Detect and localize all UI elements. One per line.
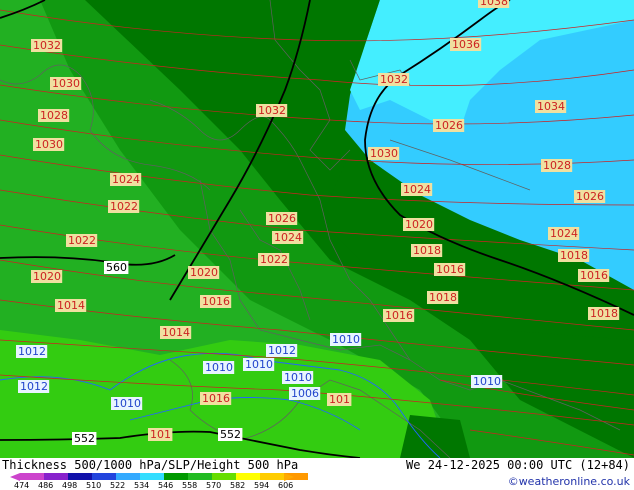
isobar-label: 1012	[18, 345, 46, 358]
legend-tick-label: 522	[110, 481, 126, 490]
weather-map: 1038 1032 1036 1030 1032 1034 1028 1032 1026 1030…	[0, 0, 634, 458]
height-label: 560	[106, 261, 127, 274]
isobar-label: 1012	[268, 344, 296, 357]
isobar-label: 101	[329, 393, 350, 406]
legend-swatch	[92, 473, 116, 480]
band-darkest-south	[400, 415, 470, 458]
isobar-label: 1024	[112, 173, 140, 186]
isobar-label: 1020	[190, 266, 218, 279]
isobar-label: 1012	[20, 380, 48, 393]
map-title: Thickness 500/1000 hPa/SLP/Height 500 hP…	[2, 458, 299, 472]
isobar-label: 1036	[452, 38, 480, 51]
height-label: 552	[220, 428, 241, 441]
isobar-label: 1018	[429, 291, 457, 304]
isobar-label: 1028	[40, 109, 68, 122]
legend-swatch	[212, 473, 236, 480]
isobar-label: 1018	[560, 249, 588, 262]
isobar-label: 1030	[52, 77, 80, 90]
isobar-label: 1030	[35, 138, 63, 151]
isobar-label: 1016	[580, 269, 608, 282]
isobar-label: 1038	[480, 0, 508, 8]
isobar-label: 1022	[110, 200, 138, 213]
legend-swatch	[20, 473, 44, 480]
legend-right-arrow	[284, 473, 294, 481]
isobar-label: 1026	[435, 119, 463, 132]
legend-ticks: 474 486 498 510 522 534 546 558 570 582 594 606	[14, 481, 308, 490]
isobar-label: 1024	[550, 227, 578, 240]
legend-tick-label: 534	[134, 481, 150, 490]
isobar-label: 1022	[260, 253, 288, 266]
legend-tick-label: 486	[38, 481, 54, 490]
isobar-label: 1010	[245, 358, 273, 371]
legend-swatch	[260, 473, 284, 480]
valid-datetime: We 24-12-2025 00:00 UTC (12+84)	[406, 458, 630, 472]
isobar-label: 1030	[370, 147, 398, 160]
isobar-label: 1016	[385, 309, 413, 322]
legend-swatch	[68, 473, 92, 480]
legend-tick-label: 474	[14, 481, 30, 490]
legend-tick-label: 594	[254, 481, 270, 490]
isobar-label: 1010	[473, 375, 501, 388]
isobar-label: 1028	[543, 159, 571, 172]
isobar-label: 1006	[291, 387, 319, 400]
legend-tick-label: 558	[182, 481, 198, 490]
isobar-label: 1032	[258, 104, 286, 117]
legend-tick-label: 546	[158, 481, 174, 490]
isobar-label: 1016	[202, 295, 230, 308]
isobar-label: 101	[150, 428, 171, 441]
isobar-label: 1010	[113, 397, 141, 410]
height-label: 552	[74, 432, 95, 445]
isobar-label: 1024	[403, 183, 431, 196]
isobar-label: 1014	[57, 299, 85, 312]
legend-swatch	[164, 473, 188, 480]
legend-tick-label: 582	[230, 481, 246, 490]
credit-link[interactable]: ©weatheronline.co.uk	[508, 475, 630, 488]
legend-swatch	[236, 473, 260, 480]
legend-tick-label: 510	[86, 481, 102, 490]
isobar-label: 1024	[274, 231, 302, 244]
isobar-label: 1020	[405, 218, 433, 231]
isobar-label: 1016	[436, 263, 464, 276]
isobar-label: 1026	[268, 212, 296, 225]
isobar-label: 1020	[33, 270, 61, 283]
legend-tick-label: 498	[62, 481, 78, 490]
footer: Thickness 500/1000 hPa/SLP/Height 500 hP…	[0, 458, 634, 490]
isobar-label: 1010	[205, 361, 233, 374]
isobar-label: 1010	[284, 371, 312, 384]
isobar-label: 1034	[537, 100, 565, 113]
isobar-label: 1032	[380, 73, 408, 86]
isobar-label: 1026	[576, 190, 604, 203]
isobar-label: 1022	[68, 234, 96, 247]
legend-tick-label: 570	[206, 481, 222, 490]
legend-swatch	[44, 473, 68, 480]
isobar-label: 1018	[413, 244, 441, 257]
isobar-label: 1018	[590, 307, 618, 320]
isobar-label: 1014	[162, 326, 190, 339]
legend-swatch	[140, 473, 164, 480]
isobar-label: 1016	[202, 392, 230, 405]
isobar-label: 1032	[33, 39, 61, 52]
isobar-label: 1010	[332, 333, 360, 346]
legend-tick-label: 606	[278, 481, 294, 490]
legend-color-bar	[20, 473, 308, 480]
legend-swatch	[188, 473, 212, 480]
legend-left-arrow	[10, 473, 20, 481]
legend-swatch	[116, 473, 140, 480]
